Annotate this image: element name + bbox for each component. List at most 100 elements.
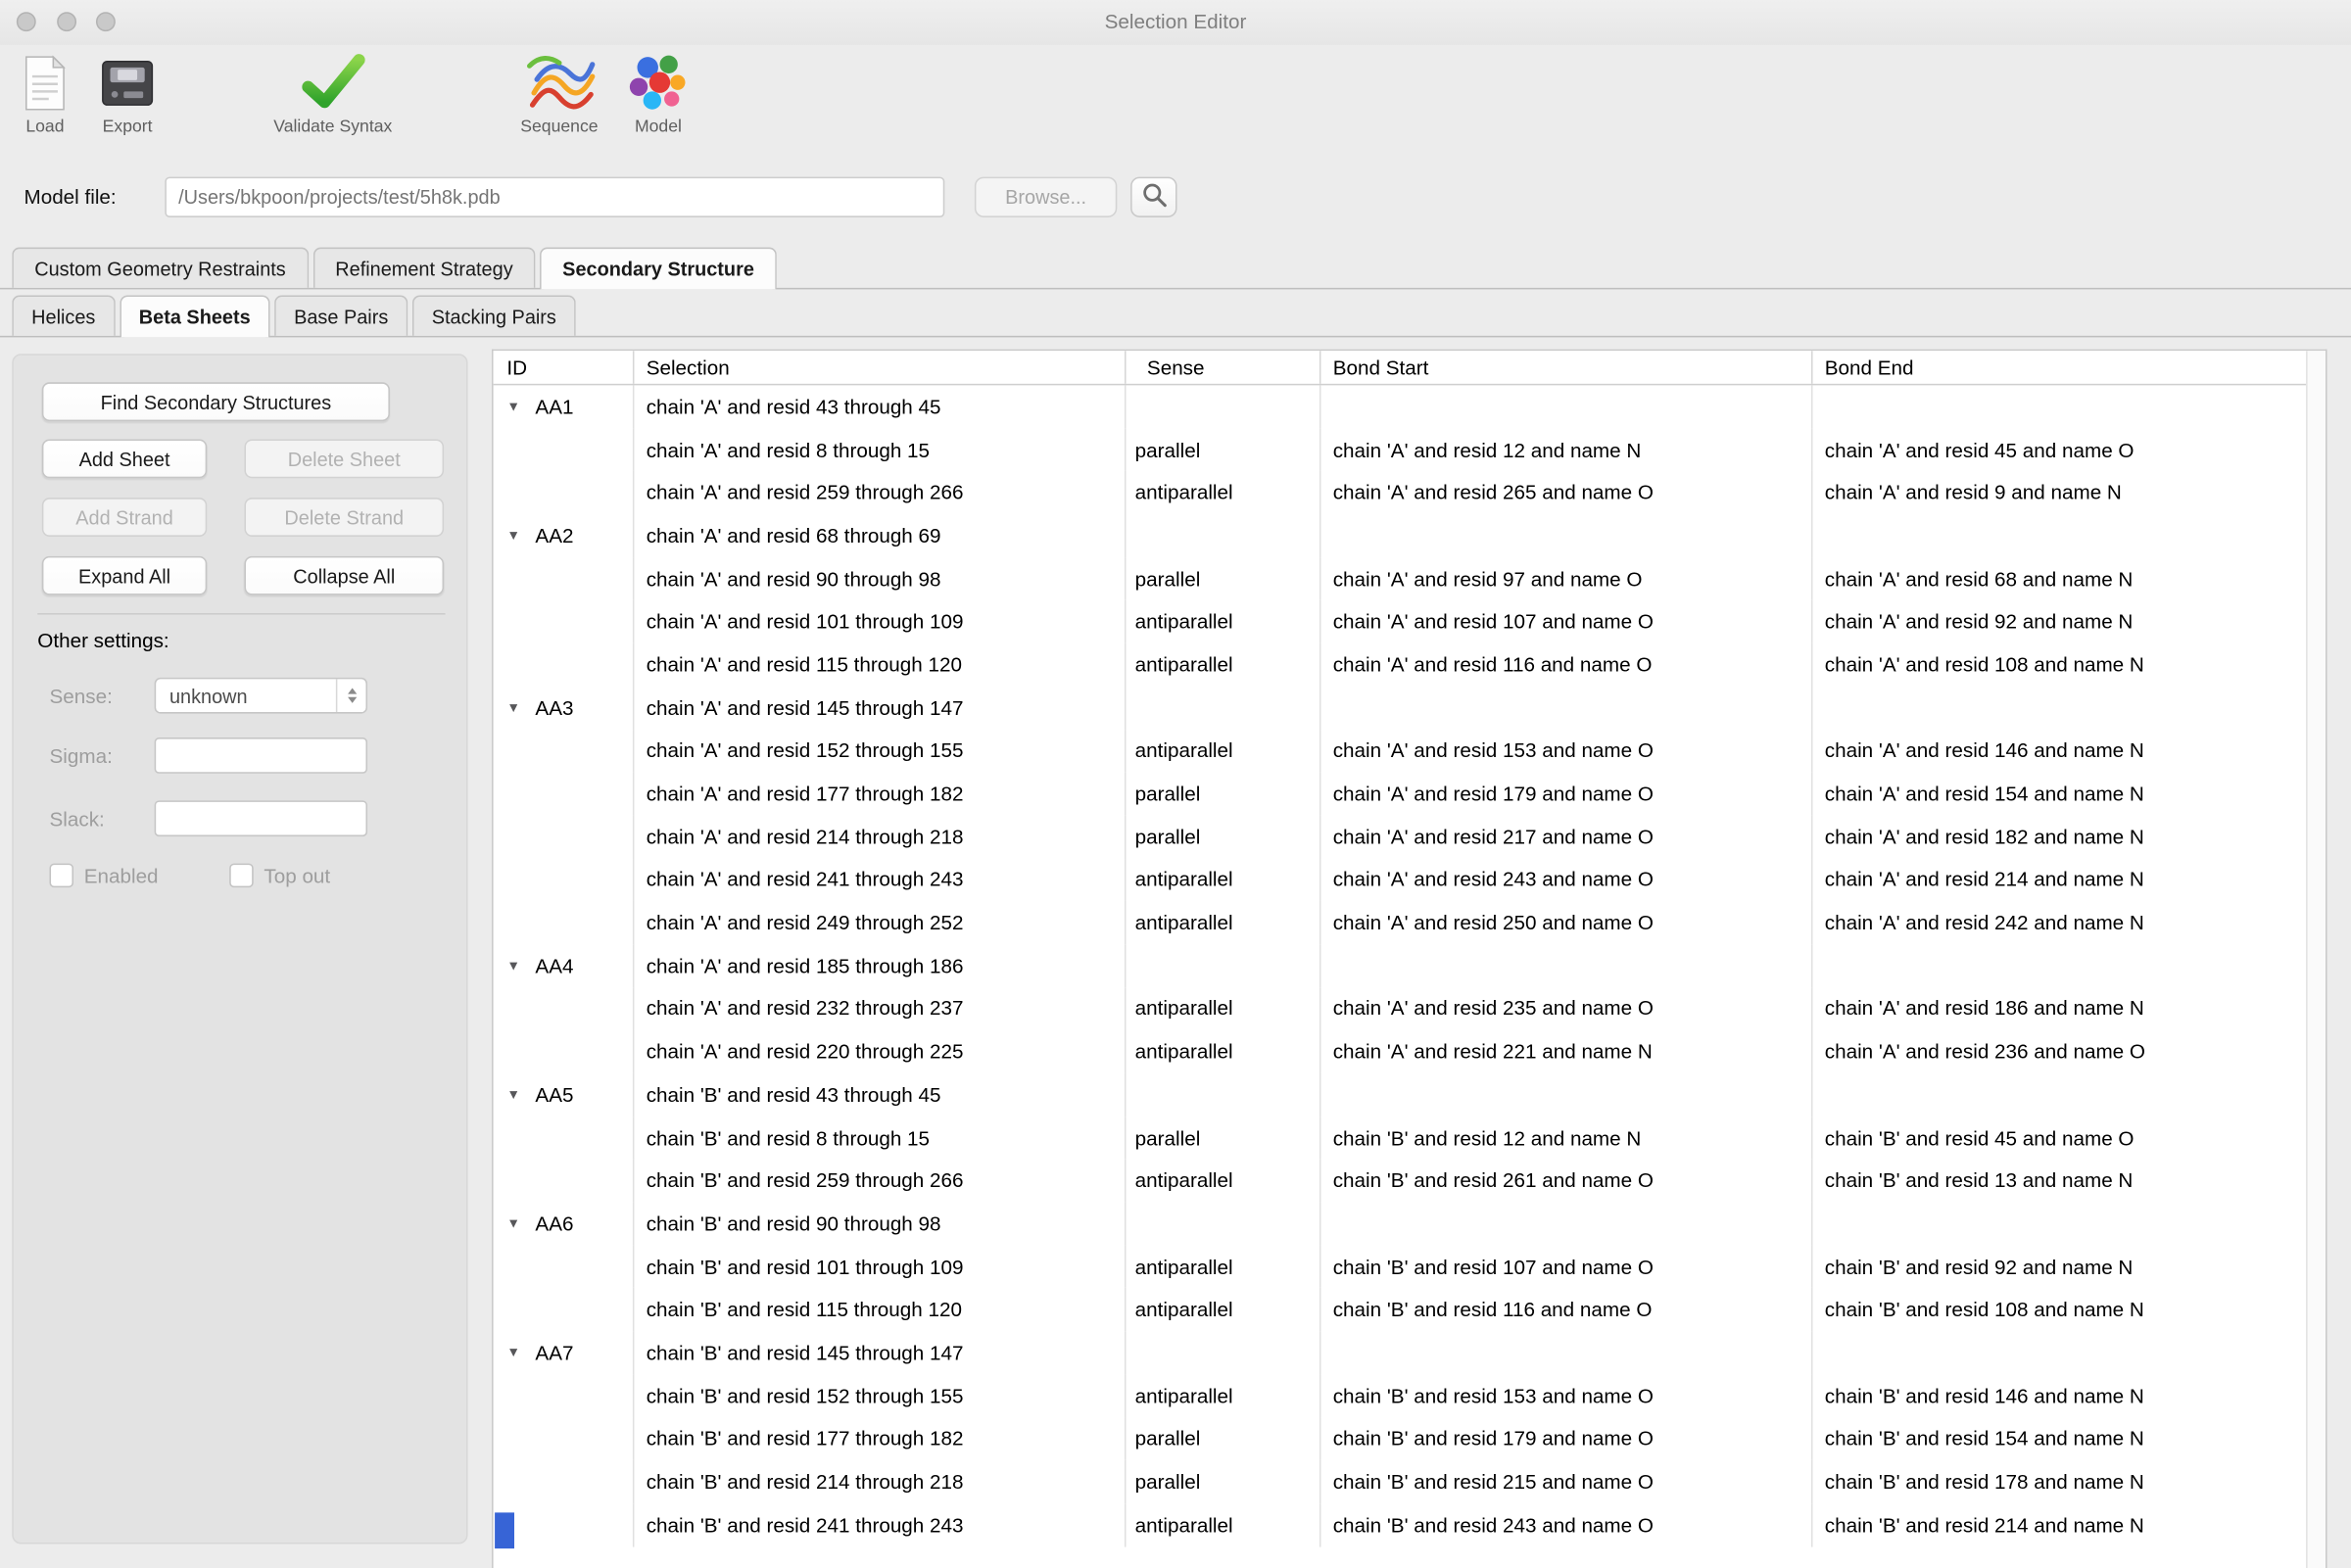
model-file-input[interactable] bbox=[165, 177, 944, 217]
cell-bond-start bbox=[1320, 1331, 1812, 1374]
table-row[interactable]: chain 'A' and resid 101 through 109antip… bbox=[494, 600, 2308, 643]
add-sheet-button[interactable]: Add Sheet bbox=[42, 439, 207, 478]
tab-custom-geometry-restraints[interactable]: Custom Geometry Restraints bbox=[12, 248, 308, 288]
table-row[interactable]: chain 'A' and resid 90 through 98paralle… bbox=[494, 557, 2308, 600]
table-row[interactable]: ▼AA2chain 'A' and resid 68 through 69 bbox=[494, 514, 2308, 557]
disclosure-triangle-icon[interactable]: ▼ bbox=[506, 400, 535, 414]
search-file-button[interactable] bbox=[1130, 177, 1176, 217]
table-row[interactable]: chain 'B' and resid 177 through 182paral… bbox=[494, 1417, 2308, 1460]
collapse-all-button[interactable]: Collapse All bbox=[244, 556, 444, 595]
tab-stacking-pairs[interactable]: Stacking Pairs bbox=[412, 296, 576, 336]
table-row[interactable]: chain 'B' and resid 241 through 243antip… bbox=[494, 1503, 2308, 1546]
table-row[interactable]: chain 'A' and resid 8 through 15parallel… bbox=[494, 428, 2308, 471]
disclosure-triangle-icon[interactable]: ▼ bbox=[506, 1216, 535, 1231]
delete-strand-button[interactable]: Delete Strand bbox=[244, 498, 444, 537]
validate-syntax-button[interactable]: Validate Syntax bbox=[273, 50, 392, 137]
table-row[interactable]: chain 'A' and resid 259 through 266antip… bbox=[494, 471, 2308, 514]
cell-bond-start: chain 'B' and resid 215 and name O bbox=[1320, 1460, 1812, 1503]
table-row[interactable]: ▼AA3chain 'A' and resid 145 through 147 bbox=[494, 687, 2308, 730]
table-row[interactable]: chain 'B' and resid 101 through 109antip… bbox=[494, 1246, 2308, 1289]
table-row[interactable]: chain 'A' and resid 177 through 182paral… bbox=[494, 773, 2308, 816]
column-header-id[interactable]: ID bbox=[494, 351, 635, 384]
tab-refinement-strategy[interactable]: Refinement Strategy bbox=[312, 248, 535, 288]
tab-base-pairs[interactable]: Base Pairs bbox=[274, 296, 408, 336]
table-row[interactable]: chain 'B' and resid 214 through 218paral… bbox=[494, 1460, 2308, 1503]
tab-helices[interactable]: Helices bbox=[12, 296, 115, 336]
cell-id bbox=[494, 815, 635, 858]
column-header-bond-start[interactable]: Bond Start bbox=[1320, 351, 1812, 384]
cell-bond-start: chain 'A' and resid 221 and name N bbox=[1320, 1030, 1812, 1073]
cell-id bbox=[494, 471, 635, 514]
cell-bond-end: chain 'B' and resid 214 and name N bbox=[1813, 1503, 2308, 1546]
sequence-button[interactable]: Sequence bbox=[520, 50, 598, 137]
slack-input[interactable] bbox=[155, 800, 367, 836]
disclosure-triangle-icon[interactable]: ▼ bbox=[506, 1087, 535, 1102]
table-row[interactable]: ▼AA1chain 'A' and resid 43 through 45 bbox=[494, 385, 2308, 428]
cell-id bbox=[494, 600, 635, 643]
browse-button[interactable]: Browse... bbox=[975, 177, 1117, 217]
disclosure-triangle-icon[interactable]: ▼ bbox=[506, 700, 535, 715]
model-button[interactable]: Model bbox=[627, 50, 690, 137]
sequence-label: Sequence bbox=[520, 119, 598, 136]
sense-dropdown[interactable]: unknown bbox=[155, 678, 367, 714]
table-row[interactable]: ▼AA7chain 'B' and resid 145 through 147 bbox=[494, 1331, 2308, 1374]
table-row[interactable]: ▼AA5chain 'B' and resid 43 through 45 bbox=[494, 1073, 2308, 1117]
column-header-sense[interactable]: Sense bbox=[1126, 351, 1320, 384]
column-header-selection[interactable]: Selection bbox=[634, 351, 1126, 384]
load-button[interactable]: Load bbox=[24, 50, 67, 137]
tab-beta-sheets[interactable]: Beta Sheets bbox=[120, 296, 270, 338]
cell-selection: chain 'A' and resid 152 through 155 bbox=[634, 730, 1126, 773]
cell-selection: chain 'B' and resid 259 through 266 bbox=[634, 1160, 1126, 1203]
cell-sense: antiparallel bbox=[1126, 858, 1320, 901]
table-body: ▼AA1chain 'A' and resid 43 through 45cha… bbox=[494, 385, 2308, 1546]
enabled-checkbox[interactable] bbox=[50, 864, 73, 887]
cell-selection: chain 'A' and resid 90 through 98 bbox=[634, 557, 1126, 600]
cell-id: ▼AA3 bbox=[494, 687, 635, 730]
cell-bond-end: chain 'A' and resid 182 and name N bbox=[1813, 815, 2308, 858]
delete-sheet-button[interactable]: Delete Sheet bbox=[244, 439, 444, 478]
table-row[interactable]: ▼AA4chain 'A' and resid 185 through 186 bbox=[494, 944, 2308, 987]
table-row[interactable]: chain 'B' and resid 115 through 120antip… bbox=[494, 1288, 2308, 1331]
tab-secondary-structure[interactable]: Secondary Structure bbox=[540, 248, 777, 290]
table-row[interactable]: chain 'A' and resid 115 through 120antip… bbox=[494, 643, 2308, 687]
table-row[interactable]: chain 'B' and resid 8 through 15parallel… bbox=[494, 1117, 2308, 1160]
cell-bond-end bbox=[1813, 514, 2308, 557]
cell-bond-start: chain 'B' and resid 116 and name O bbox=[1320, 1288, 1812, 1331]
main-tab-strip: Custom Geometry Restraints Refinement St… bbox=[0, 248, 2351, 290]
find-secondary-structures-button[interactable]: Find Secondary Structures bbox=[42, 382, 390, 421]
table-row[interactable]: chain 'B' and resid 152 through 155antip… bbox=[494, 1374, 2308, 1417]
table-row[interactable]: ▼AA6chain 'B' and resid 90 through 98 bbox=[494, 1203, 2308, 1246]
export-label: Export bbox=[103, 119, 153, 136]
add-strand-button[interactable]: Add Strand bbox=[42, 498, 207, 537]
sigma-input[interactable] bbox=[155, 737, 367, 774]
cell-id bbox=[494, 730, 635, 773]
window-title: Selection Editor bbox=[0, 11, 2351, 33]
disclosure-triangle-icon[interactable]: ▼ bbox=[506, 958, 535, 973]
cell-bond-start: chain 'A' and resid 116 and name O bbox=[1320, 643, 1812, 687]
table-row[interactable]: chain 'A' and resid 232 through 237antip… bbox=[494, 987, 2308, 1030]
table-row[interactable]: chain 'A' and resid 249 through 252antip… bbox=[494, 901, 2308, 944]
sheets-table: ID Selection Sense Bond Start Bond End ▼… bbox=[492, 350, 2327, 1568]
cell-bond-start: chain 'A' and resid 243 and name O bbox=[1320, 858, 1812, 901]
sheet-id: AA1 bbox=[535, 396, 573, 418]
table-row[interactable]: chain 'A' and resid 152 through 155antip… bbox=[494, 730, 2308, 773]
table-row[interactable]: chain 'A' and resid 220 through 225antip… bbox=[494, 1030, 2308, 1073]
table-scrollbar[interactable] bbox=[2306, 351, 2326, 1568]
cell-bond-start: chain 'A' and resid 265 and name O bbox=[1320, 471, 1812, 514]
cell-id bbox=[494, 858, 635, 901]
cell-bond-end: chain 'A' and resid 92 and name N bbox=[1813, 600, 2308, 643]
cell-sense bbox=[1126, 1331, 1320, 1374]
table-row[interactable]: chain 'A' and resid 241 through 243antip… bbox=[494, 858, 2308, 901]
disclosure-triangle-icon[interactable]: ▼ bbox=[506, 528, 535, 543]
disclosure-triangle-icon[interactable]: ▼ bbox=[506, 1346, 535, 1360]
top-out-checkbox[interactable] bbox=[229, 864, 253, 887]
export-button[interactable]: Export bbox=[100, 50, 156, 137]
table-row[interactable]: chain 'B' and resid 259 through 266antip… bbox=[494, 1160, 2308, 1203]
selected-row-indicator bbox=[495, 1512, 514, 1548]
expand-all-button[interactable]: Expand All bbox=[42, 556, 207, 595]
cell-sense bbox=[1126, 1203, 1320, 1246]
column-header-bond-end[interactable]: Bond End bbox=[1813, 351, 2308, 384]
cell-bond-start: chain 'B' and resid 243 and name O bbox=[1320, 1503, 1812, 1546]
cell-selection: chain 'B' and resid 101 through 109 bbox=[634, 1246, 1126, 1289]
table-row[interactable]: chain 'A' and resid 214 through 218paral… bbox=[494, 815, 2308, 858]
